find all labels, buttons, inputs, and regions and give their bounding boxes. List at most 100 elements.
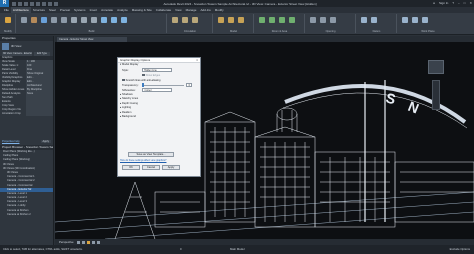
floor-icon[interactable] [91,17,97,23]
stair-icon[interactable] [192,17,198,23]
mullion-icon[interactable] [121,17,127,23]
navigation-bar[interactable] [432,80,440,110]
dialog-title: Graphic Display Options × [118,58,200,63]
silhouettes-select[interactable]: <none> [142,88,172,92]
group-label: Model [229,30,238,33]
sign-in-link[interactable]: Sign In [439,1,448,5]
railing-icon[interactable] [172,17,178,23]
text-icon[interactable] [48,1,52,6]
ribbon-group-work-plane: Work Plane [398,14,458,33]
ref-plane-icon[interactable] [422,17,428,23]
window-icon[interactable] [41,17,47,23]
close-button[interactable]: ✕ [469,1,472,5]
model-line-icon[interactable] [228,17,234,23]
3d-view-icon[interactable] [54,1,58,6]
cancel-button[interactable]: Cancel [142,165,160,170]
maximize-button[interactable]: □ [464,1,466,5]
room-separator-icon[interactable] [269,17,275,23]
help-link[interactable]: How do these settings affect view graphi… [120,159,166,162]
group-label: Circulation [183,30,197,33]
component-icon[interactable] [51,17,57,23]
instance-selector[interactable]: 3D View: Camera - Exterior [2,51,32,56]
grid-icon[interactable] [371,17,377,23]
style-select[interactable]: Hidden Line [142,68,172,72]
smooth-lines-checkbox[interactable] [122,78,125,82]
show-work-plane-icon[interactable] [412,17,418,23]
quick-access-toolbar [12,1,58,6]
close-icon[interactable]: × [196,58,198,63]
group-label: Work Plane [421,30,435,33]
area-icon[interactable] [289,17,295,23]
ribbon-group-circulation: Circulation [168,14,213,33]
property-name: Annotation Crop [2,112,21,115]
redo-icon[interactable] [30,1,34,6]
properties-help-link[interactable]: Properties help [2,140,19,143]
save-view-template-button[interactable]: Save as View Template... [128,152,174,157]
open-icon[interactable] [12,1,16,6]
property-row[interactable]: Annotation Crop [0,112,53,116]
column-icon[interactable] [61,17,67,23]
set-work-plane-icon[interactable] [402,17,408,23]
room-icon[interactable] [259,17,265,23]
model-text-icon[interactable] [218,17,224,23]
graphic-display-dialog: Graphic Display Options × ▾ Model Displa… [117,57,201,177]
perspective-label: Perspective [59,240,74,244]
user-icon[interactable]: ● [433,1,435,5]
minimize-button[interactable]: – [458,1,460,5]
dialog-apply-button[interactable]: Apply [162,165,180,170]
3d-view-type-icon [2,42,9,50]
shadows-icon[interactable] [91,240,95,244]
help-icon[interactable]: ? [452,1,454,5]
tag-room-icon[interactable] [279,17,285,23]
level-icon[interactable] [361,17,367,23]
curtain-system-icon[interactable] [101,17,107,23]
visual-style-icon[interactable] [81,240,85,244]
shaft-icon[interactable] [320,17,326,23]
print-icon[interactable] [36,1,40,6]
ramp-icon[interactable] [182,17,188,23]
ribbon-group-opening: Opening [306,14,356,33]
door-icon[interactable] [31,17,37,23]
properties-panel: Properties 3D View 3D View: Camera - Ext… [0,36,54,145]
undo-icon[interactable] [24,1,28,6]
save-icon[interactable] [18,1,22,6]
ribbon-group-modify: Modify [1,14,16,33]
svg-text:S: S [384,89,397,107]
wall-opening-icon[interactable] [330,17,336,23]
main-model-select[interactable]: Main Model [230,245,244,254]
apply-button[interactable]: Apply [40,140,51,143]
group-label: Modify [4,30,12,33]
crop-view-icon[interactable] [96,240,100,244]
window-title: Autodesk Revit 2024 - Snowdon Towers Sam… [163,1,317,6]
group-label: Datum [372,30,381,33]
slider-thumb[interactable] [142,83,144,87]
roof-icon[interactable] [71,17,77,23]
ribbon-panel: Modify Build Circulation Model Room & Ar… [0,13,474,35]
group-label: Opening [325,30,336,33]
ceiling-icon[interactable] [81,17,87,23]
browser-item[interactable]: Camera at Kitchen 2 [0,213,53,217]
exclude-options-toggle[interactable]: Exclude Options [450,245,470,254]
viewcube[interactable] [428,60,444,74]
sun-path-icon[interactable] [86,240,90,244]
transparency-value[interactable]: 0 [186,83,192,87]
modify-arrow-icon[interactable] [5,17,11,23]
model-group-icon[interactable] [238,17,244,23]
transparency-slider[interactable] [142,83,184,87]
silhouettes-label: Silhouettes: [122,88,136,92]
ok-button[interactable]: OK [122,165,140,170]
browser-tree: Floor Plans (Working Ele...) Ceiling Plan… [0,150,53,217]
by-face-icon[interactable] [310,17,316,23]
curtain-grid-icon[interactable] [111,17,117,23]
edit-type-button[interactable]: Edit Type [34,51,50,56]
type-selector[interactable]: 3D View [0,41,53,51]
show-edges-checkbox[interactable] [142,73,145,77]
group-label: Room & Area [271,30,288,33]
status-bar: Click to select, TAB for alternates, CTR… [0,245,474,254]
property-value[interactable] [26,112,53,116]
revit-logo[interactable]: R [0,0,9,7]
background-section[interactable]: ▸ Background [118,115,200,120]
measure-icon[interactable] [42,1,46,6]
detail-level-icon[interactable] [76,240,80,244]
wall-icon[interactable] [21,17,27,23]
